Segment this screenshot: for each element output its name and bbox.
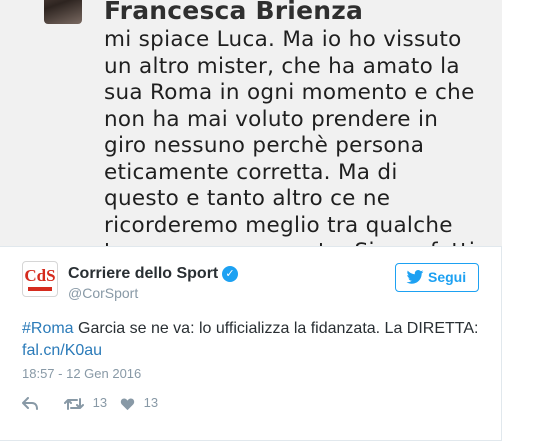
tweet-timestamp[interactable]: 18:57 - 12 Gen 2016: [22, 366, 141, 381]
tweet-text-main: Garcia se ne va: lo ufficializza la fida…: [73, 320, 479, 337]
follow-label: Segui: [428, 269, 467, 285]
screenshot-author-name: Francesca Brienza: [104, 0, 364, 25]
tweet-text: #Roma Garcia se ne va: lo ufficializza l…: [22, 318, 482, 362]
embedded-tweet-screenshot: Francesca Brienza mi spiace Luca. Ma io …: [0, 0, 502, 247]
verified-badge-icon: ✓: [222, 266, 238, 282]
tweet-card: Francesca Brienza mi spiace Luca. Ma io …: [0, 0, 502, 441]
retweet-icon: [64, 395, 88, 410]
heart-icon: [120, 395, 139, 411]
tweet-url-link[interactable]: fal.cn/K0au: [22, 342, 102, 359]
author-avatar-logo[interactable]: CdS: [22, 261, 58, 297]
follow-button[interactable]: Segui: [395, 263, 479, 292]
like-count: 13: [143, 395, 159, 410]
author-handle[interactable]: @CorSport: [68, 285, 138, 301]
retweet-button[interactable]: 13: [64, 395, 107, 411]
hashtag-link[interactable]: #Roma: [22, 320, 74, 337]
logo-bar: [28, 287, 52, 291]
like-button[interactable]: 13: [120, 395, 158, 411]
twitter-bird-icon: [406, 266, 424, 293]
author-name[interactable]: Corriere dello Sport: [68, 265, 218, 283]
retweet-count: 13: [92, 395, 108, 410]
logo-text: CdS: [24, 266, 56, 285]
reply-icon: [22, 395, 38, 410]
screenshot-tweet-text: mi spiace Luca. Ma io ho vissuto un altr…: [104, 27, 475, 246]
avatar: [44, 0, 82, 24]
reply-button[interactable]: [22, 395, 38, 411]
